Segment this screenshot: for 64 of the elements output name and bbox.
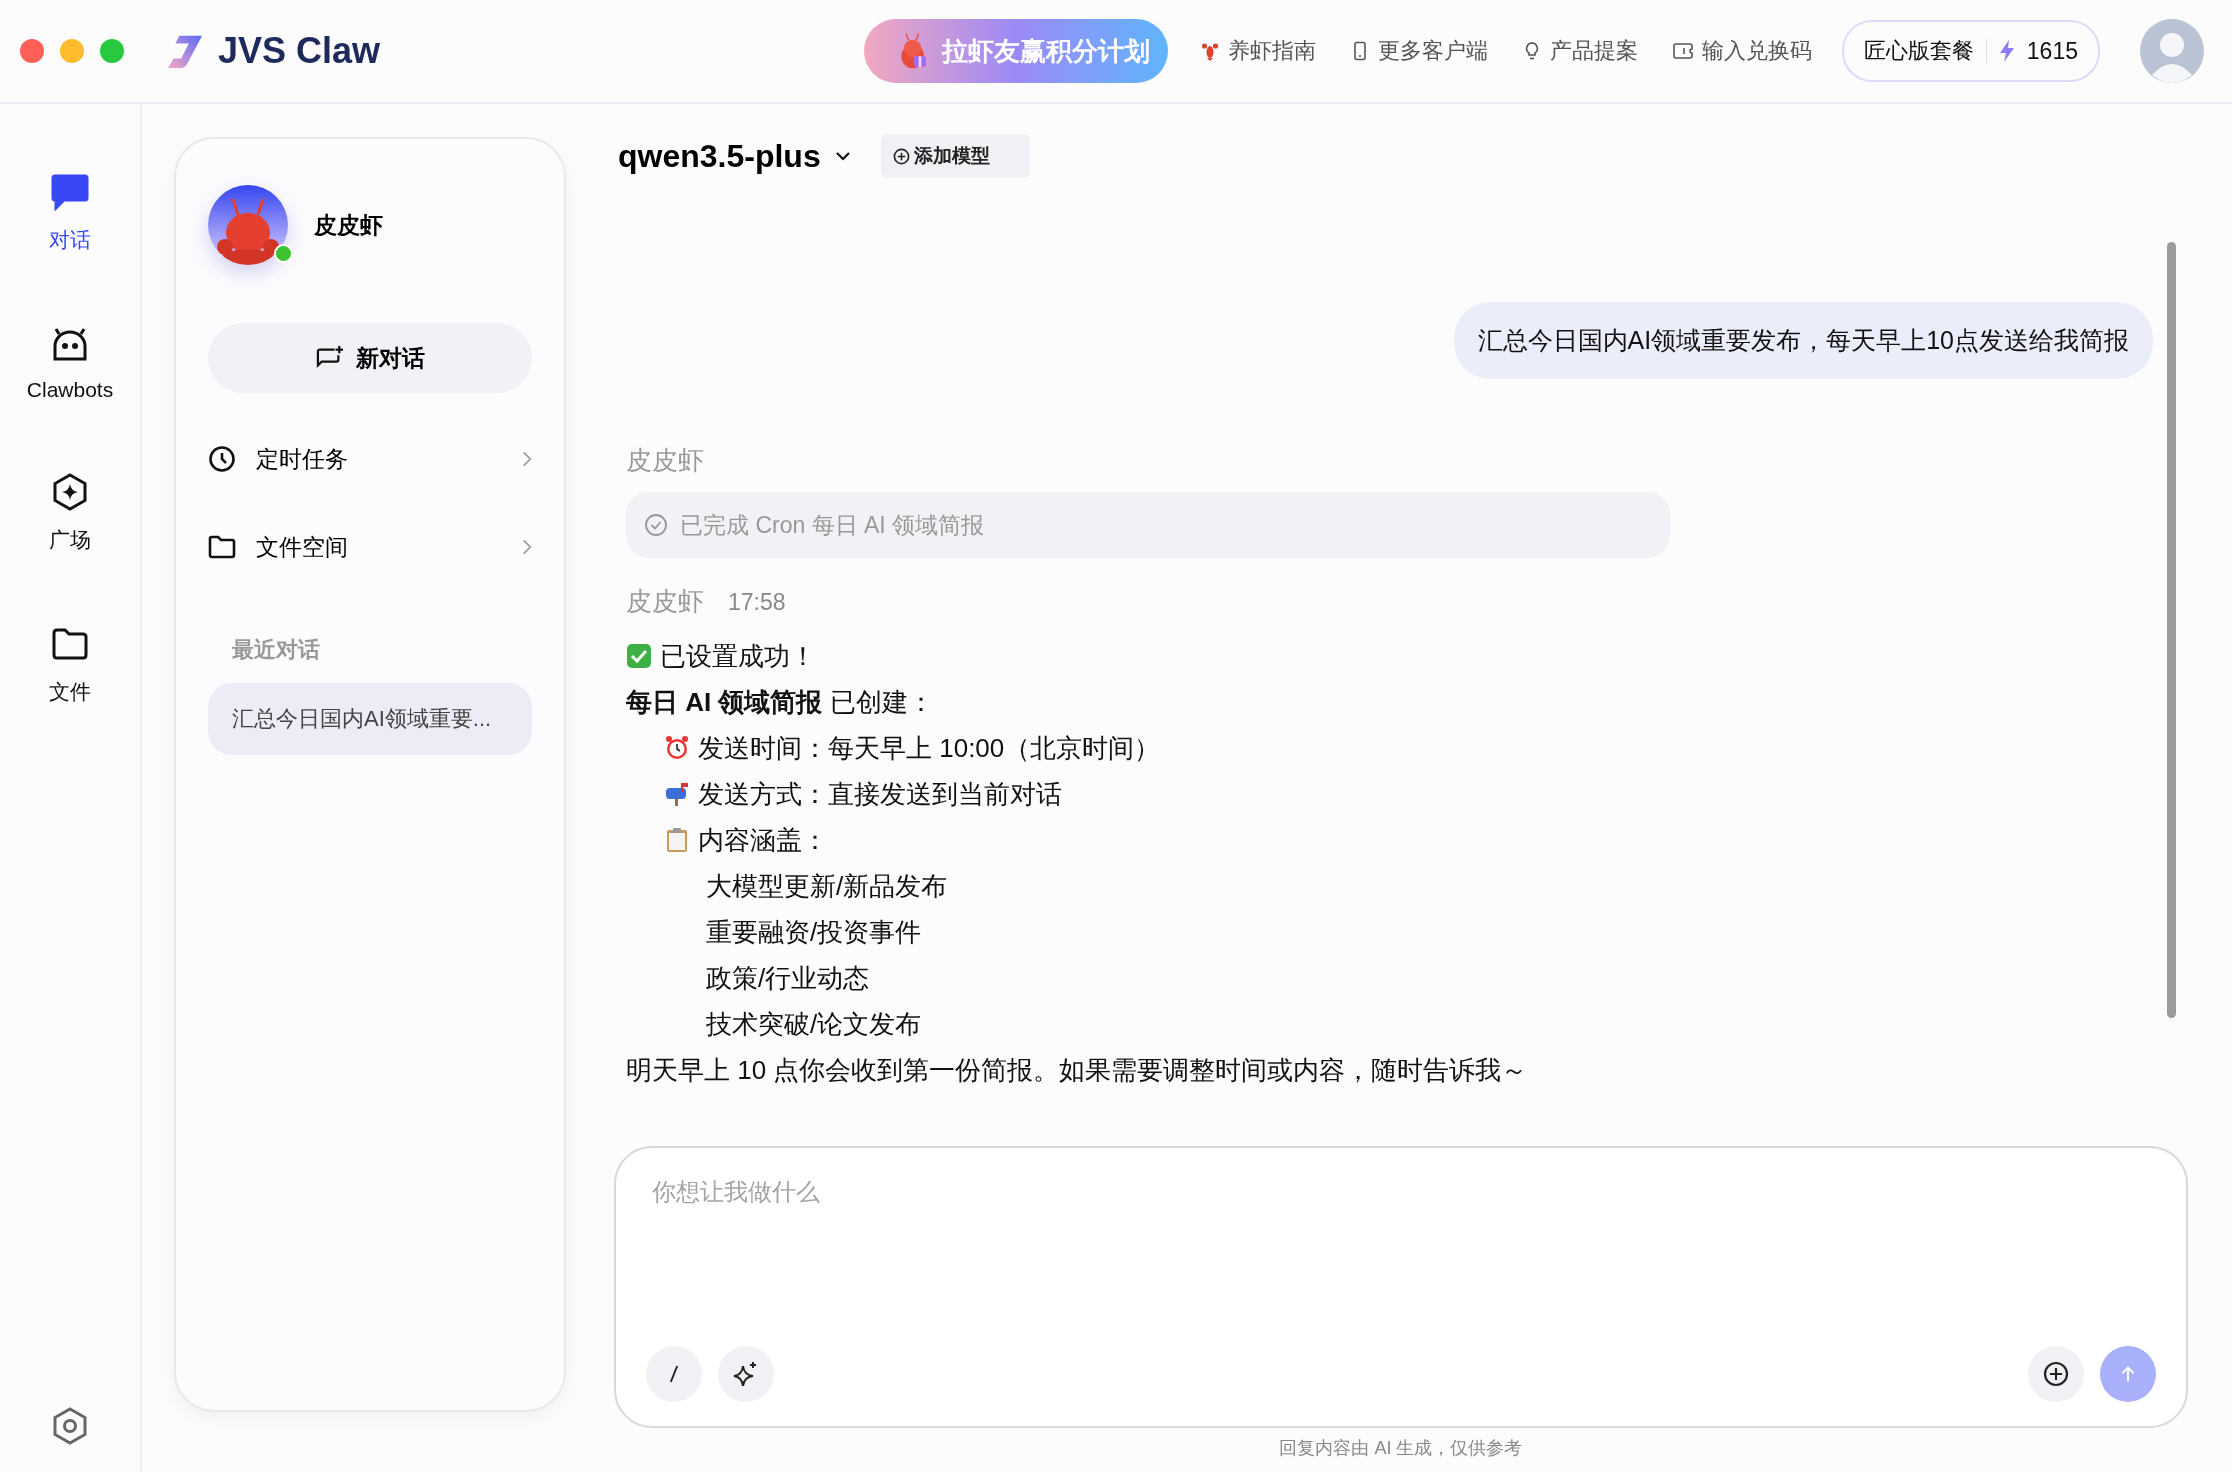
avatar-icon[interactable] [2140,19,2204,83]
model-selector[interactable]: qwen3.5-plus [614,137,851,175]
check-mark-icon [626,643,652,669]
new-chat-button[interactable]: 新对话 [208,323,532,393]
section-heading: 最近对话 [232,636,321,664]
caret-icon [834,151,851,161]
clock-icon [208,445,236,473]
message-composer[interactable]: 你想让我做什么 [614,1146,2188,1428]
header-link[interactable]: 养虾指南 [1199,36,1316,66]
header-link[interactable]: 输入兑换码 [1671,36,1812,66]
sparkle-button[interactable] [718,1346,774,1402]
lobster-icon [1199,41,1220,61]
message-text: 政策/行业动态 [706,961,870,995]
sender-name: 皮皮虾 [626,585,704,618]
chat-icon [50,172,90,212]
message-text: 技术突破/论文发布 [706,1007,922,1041]
sparkle-icon [733,1361,759,1387]
disclaimer-text: 回复内容由 AI 生成，仅供参考 [1279,1437,1523,1460]
header-link[interactable]: 更多客户端 [1349,36,1488,66]
attach-button[interactable] [2028,1346,2084,1402]
tool-status-text: 已完成 Cron 每日 AI 领域简报 [680,510,985,540]
add-model-button[interactable]: 添加模型 [880,134,1030,178]
rail-tab[interactable]: 文件 [49,624,91,706]
plus-circle-icon [2043,1361,2069,1387]
plan-name: 匠心版套餐 [1863,37,1974,65]
message-text: 已设置成功！ [660,639,816,673]
clipboard-icon [664,827,690,853]
plan-badge[interactable]: 匠心版套餐 1615 [1841,20,2100,82]
close-window-button[interactable] [20,39,44,63]
scrollbar[interactable] [2167,242,2176,1018]
chevron-right-icon [522,450,532,468]
mailbox-icon [664,781,690,807]
message-text: 重要融资/投资事件 [706,915,922,949]
chevron-right-icon [522,538,532,556]
header-link[interactable]: 产品提案 [1521,36,1638,66]
plus-circle-icon [892,147,910,165]
alarm-clock-icon [664,735,690,761]
credits-count: 1615 [2026,37,2078,65]
message-input[interactable]: 你想让我做什么 [646,1176,2156,1346]
message-text: 发送方式：直接发送到当前对话 [698,777,1062,811]
app-name: JVS Claw [218,30,381,72]
folder-icon [208,533,236,561]
arrow-up-icon [2120,1365,2136,1383]
message-text: 发送时间：每天早上 10:00（北京时间） [698,731,1161,765]
message-text: 内容涵盖： [698,823,828,857]
sender-name: 皮皮虾 [626,444,704,477]
agent-name: 皮皮虾 [314,210,383,240]
message-time: 17:58 [728,589,786,616]
panel-menu-item[interactable]: 定时任务 [208,415,532,503]
panel-menu-item[interactable]: 文件空间 [208,503,532,591]
slash-command-button[interactable] [646,1346,702,1402]
rail-tab[interactable]: 对话 [49,172,91,254]
user-message: 汇总今日国内AI领域重要发布，每天早上10点发送给我简报 [1453,302,2153,379]
maximize-window-button[interactable] [100,39,124,63]
message-text: 明天早上 10 点你会收到第一份简报。如果需要调整时间或内容，随时告诉我～ [626,1053,1528,1087]
recent-chat-item[interactable]: 汇总今日国内AI领域重要... [208,683,532,755]
message-text: 大模型更新/新品发布 [706,869,948,903]
send-button[interactable] [2100,1346,2156,1402]
ticket-icon [1671,41,1694,61]
minimize-window-button[interactable] [60,39,84,63]
rail-tab[interactable]: Clawbots [26,324,114,402]
rail-tab[interactable]: 广场 [49,472,91,554]
message-text: 每日 AI 领域简报 已创建： [626,685,934,719]
lightning-icon [1998,40,2015,62]
